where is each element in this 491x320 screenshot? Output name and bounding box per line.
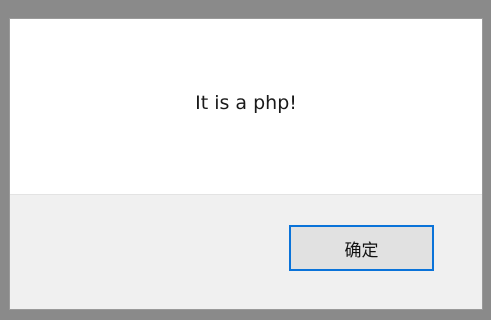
ok-button-label: 确定 <box>344 240 379 261</box>
dialog-message: It is a php! <box>195 91 297 114</box>
alert-dialog: It is a php! 确定 <box>9 18 483 310</box>
dialog-message-area: It is a php! <box>10 19 482 194</box>
dialog-footer: 确定 <box>10 194 482 309</box>
ok-button[interactable]: 确定 <box>289 225 434 271</box>
